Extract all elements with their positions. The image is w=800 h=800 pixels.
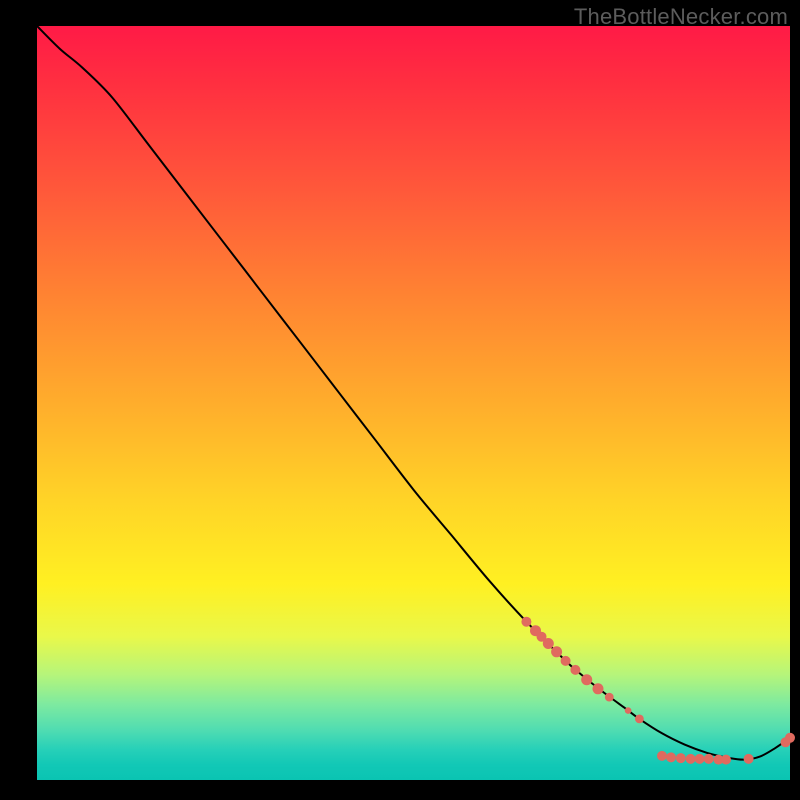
- data-marker: [744, 754, 754, 764]
- data-marker: [570, 665, 580, 675]
- chart-stage: TheBottleNecker.com: [0, 0, 800, 800]
- data-marker: [695, 754, 705, 764]
- data-marker: [704, 754, 714, 764]
- data-marker: [581, 674, 592, 685]
- data-marker: [593, 683, 604, 694]
- data-marker: [625, 707, 632, 714]
- data-marker: [721, 755, 731, 765]
- data-marker: [676, 753, 686, 763]
- data-marker: [635, 715, 644, 724]
- data-marker: [686, 754, 696, 764]
- data-marker: [521, 617, 531, 627]
- data-marker: [561, 656, 571, 666]
- data-marker: [605, 693, 614, 702]
- data-marker: [785, 733, 795, 743]
- curve-markers: [521, 617, 795, 765]
- data-marker: [551, 646, 562, 657]
- watermark-text: TheBottleNecker.com: [574, 4, 788, 30]
- data-marker: [657, 751, 667, 761]
- data-marker: [543, 638, 554, 649]
- data-marker: [666, 752, 676, 762]
- bottleneck-curve: [37, 26, 790, 760]
- curve-layer: [37, 26, 790, 780]
- plot-area: [37, 26, 790, 780]
